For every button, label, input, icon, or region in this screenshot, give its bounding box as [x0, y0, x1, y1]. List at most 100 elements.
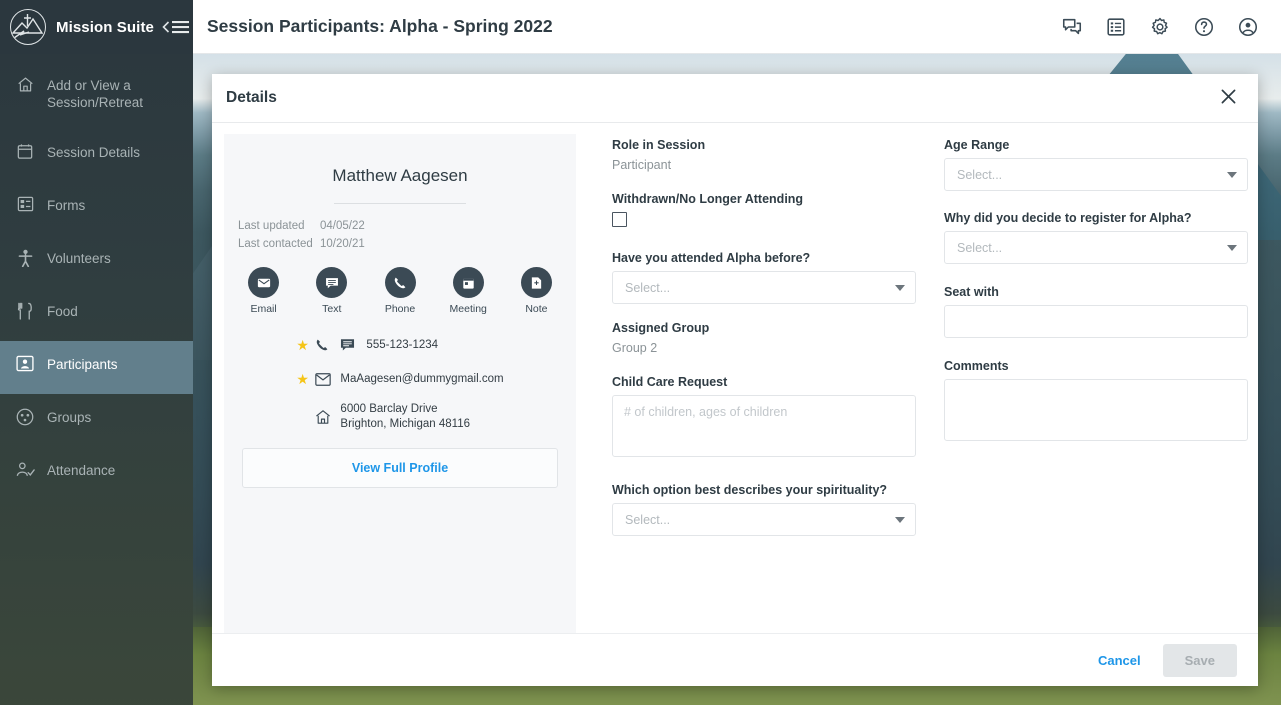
contact-row-address[interactable]: ★ 6000 Barclay Drive Brighton, Michigan …: [296, 400, 503, 434]
sidebar-nav: Add or View a Session/Retreat Session De…: [0, 54, 193, 500]
header-actions: [1061, 16, 1281, 38]
quick-actions: Email Text Phone Meeting Note: [238, 267, 562, 315]
sidebar-item-food[interactable]: Food: [0, 288, 193, 341]
chevron-down-icon: [1227, 171, 1237, 178]
quick-action-meeting[interactable]: Meeting: [443, 267, 494, 315]
profile-name: Matthew Aagesen: [332, 166, 468, 185]
contact-list: ★ 555-123-1234 ★ MaAagesen@dummygmail.co…: [296, 328, 503, 434]
age-range-select[interactable]: Select...: [944, 158, 1248, 191]
contact-value: 555-123-1234: [366, 338, 439, 351]
attended-before-select[interactable]: Select...: [612, 271, 916, 304]
contact-row-phone[interactable]: ★ 555-123-1234: [296, 328, 503, 362]
close-icon[interactable]: [1217, 85, 1240, 112]
account-icon[interactable]: [1237, 16, 1259, 38]
quick-action-note[interactable]: Note: [511, 267, 562, 315]
why-register-select[interactable]: Select...: [944, 231, 1248, 264]
view-full-profile-button[interactable]: View Full Profile: [242, 448, 558, 488]
sidebar-item-forms[interactable]: Forms: [0, 182, 193, 235]
profile-meta: Last updated 04/05/22 Last contacted 10/…: [238, 217, 562, 253]
form-column-right: Age Range Select... Why did you decide t…: [944, 138, 1248, 633]
meta-value: 10/20/21: [320, 238, 365, 250]
details-modal: Details Matthew Aagesen Last updated 04/…: [212, 74, 1258, 686]
top-header: Session Participants: Alpha - Spring 202…: [193, 0, 1281, 54]
quick-action-label: Email: [250, 303, 277, 315]
sidebar-item-label: Forms: [47, 198, 86, 213]
sidebar-item-label: Session Details: [47, 145, 141, 160]
profile-card: Matthew Aagesen Last updated 04/05/22 La…: [224, 134, 576, 633]
comments-input[interactable]: [944, 379, 1248, 441]
field-label: Role in Session: [612, 138, 706, 152]
address-line-2: Brighton, Michigan 48116: [340, 418, 470, 430]
form-column-middle: Role in Session Participant Withdrawn/No…: [612, 138, 916, 633]
list-report-icon[interactable]: [1105, 16, 1127, 38]
divider: [334, 203, 466, 204]
cancel-button[interactable]: Cancel: [1090, 647, 1149, 674]
home-address-icon: [315, 409, 340, 425]
select-value: Select...: [957, 240, 1003, 255]
spirituality-select[interactable]: Select...: [612, 503, 916, 536]
sidebar-item-groups[interactable]: Groups: [0, 394, 193, 447]
quick-action-label: Meeting: [449, 303, 487, 315]
sidebar-item-attendance[interactable]: Attendance: [0, 447, 193, 500]
meta-key: Last updated: [238, 220, 305, 232]
envelope-icon[interactable]: [315, 372, 340, 386]
sidebar: Mission Suite Add or View a Session/Retr…: [0, 0, 193, 705]
field-withdrawn: Withdrawn/No Longer Attending: [612, 192, 916, 227]
sidebar-item-participants[interactable]: Participants: [0, 341, 193, 394]
quick-action-phone[interactable]: Phone: [374, 267, 425, 315]
quick-action-email[interactable]: Email: [238, 267, 289, 315]
field-why-register: Why did you decide to register for Alpha…: [944, 211, 1248, 264]
save-button[interactable]: Save: [1162, 643, 1237, 677]
calendar-icon: [12, 143, 38, 160]
help-icon[interactable]: [1193, 16, 1215, 38]
field-label: Have you attended Alpha before?: [612, 251, 811, 265]
quick-action-label: Text: [322, 303, 342, 315]
mountain-cross-logo: [10, 9, 46, 45]
seat-with-input[interactable]: [944, 305, 1248, 338]
field-label: Why did you decide to register for Alpha…: [944, 211, 1192, 225]
brand-name: Mission Suite: [56, 18, 154, 36]
text-message-icon[interactable]: [340, 338, 366, 352]
sidebar-item-session-details[interactable]: Session Details: [0, 129, 193, 182]
star-icon[interactable]: ★: [296, 371, 315, 388]
meta-row: Last updated 04/05/22: [238, 217, 562, 235]
contact-address: 6000 Barclay Drive Brighton, Michigan 48…: [340, 402, 470, 432]
meta-key: Last contacted: [238, 238, 313, 250]
chat-icon[interactable]: [1061, 16, 1083, 38]
field-comments: Comments: [944, 359, 1248, 446]
sidebar-item-volunteers[interactable]: Volunteers: [0, 235, 193, 288]
volunteer-person-icon: [12, 249, 38, 267]
sidebar-item-add-or-view-session[interactable]: Add or View a Session/Retreat: [0, 62, 193, 129]
contact-row-email[interactable]: ★ MaAagesen@dummygmail.com: [296, 362, 503, 396]
child-care-request-input[interactable]: [612, 395, 916, 457]
field-child-care-request: Child Care Request: [612, 375, 916, 462]
select-value: Select...: [957, 167, 1003, 182]
meta-row: Last contacted 10/20/21: [238, 235, 562, 253]
note-icon: [520, 267, 552, 298]
meta-value: 04/05/22: [320, 220, 365, 232]
collapse-sidebar-icon[interactable]: [162, 20, 189, 34]
sidebar-item-label: Participants: [47, 357, 118, 372]
field-seat-with: Seat with: [944, 285, 1248, 338]
form-area: Role in Session Participant Withdrawn/No…: [576, 134, 1248, 633]
email-icon: [248, 267, 280, 298]
form-icon: [12, 196, 38, 212]
withdrawn-checkbox[interactable]: [612, 212, 627, 227]
select-value: Select...: [625, 512, 671, 527]
page-title: Session Participants: Alpha - Spring 202…: [207, 16, 553, 36]
calendar-meeting-icon: [452, 267, 484, 298]
star-icon[interactable]: ★: [296, 337, 315, 354]
chevron-down-icon: [895, 284, 905, 291]
quick-action-label: Note: [525, 303, 548, 315]
field-label: Withdrawn/No Longer Attending: [612, 192, 804, 206]
groups-circle-icon: [12, 408, 38, 426]
phone-icon[interactable]: [315, 338, 340, 352]
contact-value: MaAagesen@dummygmail.com: [340, 372, 504, 385]
field-label: Which option best describes your spiritu…: [612, 483, 888, 497]
sidebar-item-label: Attendance: [47, 463, 116, 478]
select-value: Select...: [625, 280, 671, 295]
gear-icon[interactable]: [1149, 16, 1171, 38]
modal-body: Matthew Aagesen Last updated 04/05/22 La…: [212, 123, 1258, 633]
quick-action-text[interactable]: Text: [306, 267, 357, 315]
field-label: Assigned Group: [612, 321, 710, 335]
